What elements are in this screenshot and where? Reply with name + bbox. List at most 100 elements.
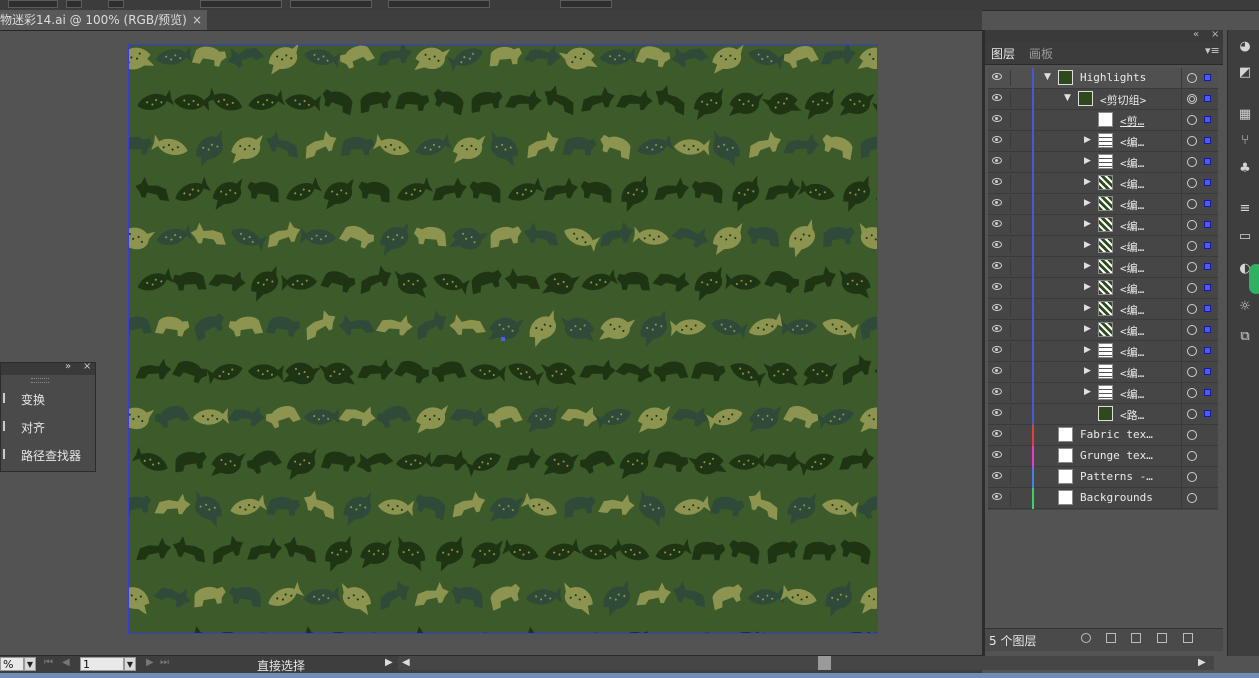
target-circle-icon[interactable] bbox=[1187, 241, 1197, 251]
selection-square-icon[interactable] bbox=[1204, 116, 1211, 123]
next-artboard-icon[interactable]: ▶ bbox=[146, 657, 154, 668]
previous-artboard-icon[interactable]: ◀ bbox=[62, 657, 70, 668]
layer-row[interactable]: ▶ <编… bbox=[988, 278, 1218, 299]
lock-toggle[interactable] bbox=[1010, 364, 1031, 380]
zoom-dropdown-icon[interactable]: ▼ bbox=[24, 657, 36, 671]
appearance-icon[interactable]: ◩ bbox=[1238, 66, 1252, 80]
control-field[interactable] bbox=[290, 0, 372, 8]
layer-row[interactable]: ▶ <编… bbox=[988, 299, 1218, 320]
target-circle-icon[interactable] bbox=[1187, 325, 1197, 335]
brushes-icon[interactable]: ⑂ bbox=[1238, 134, 1252, 148]
layer-row[interactable]: Patterns -… bbox=[988, 467, 1218, 488]
artboard-dropdown-icon[interactable]: ▼ bbox=[124, 657, 136, 671]
layer-row[interactable]: ▶ <编… bbox=[988, 320, 1218, 341]
zoom-field[interactable]: % bbox=[0, 657, 24, 671]
control-field[interactable] bbox=[108, 0, 124, 8]
target-circle-icon[interactable] bbox=[1187, 262, 1197, 272]
layer-name[interactable]: Fabric tex… bbox=[1080, 428, 1153, 441]
expand-triangle-icon[interactable]: ▶ bbox=[1084, 240, 1091, 250]
layer-row[interactable]: ▶ <编… bbox=[988, 341, 1218, 362]
layer-row[interactable]: ▼ Highlights bbox=[988, 68, 1218, 89]
visibility-eye-icon[interactable] bbox=[992, 115, 1002, 122]
target-circle-icon[interactable] bbox=[1187, 346, 1197, 356]
stroke-icon[interactable]: ≡ bbox=[1238, 202, 1252, 216]
selection-square-icon[interactable] bbox=[1204, 242, 1211, 249]
lock-toggle[interactable] bbox=[1010, 406, 1031, 422]
close-icon[interactable]: × bbox=[192, 10, 202, 30]
target-circle-icon[interactable] bbox=[1187, 157, 1197, 167]
panel-menu-icon[interactable]: ▾≡ bbox=[1205, 44, 1220, 57]
layer-name[interactable]: Patterns -… bbox=[1080, 470, 1153, 483]
lock-toggle[interactable] bbox=[1010, 196, 1031, 212]
selection-square-icon[interactable] bbox=[1204, 389, 1211, 396]
scroll-right-icon[interactable]: ▶ bbox=[1198, 657, 1206, 668]
collapse-icon[interactable]: « bbox=[1193, 29, 1199, 40]
selection-square-icon[interactable] bbox=[1204, 95, 1211, 102]
expand-triangle-icon[interactable]: ▶ bbox=[1084, 177, 1091, 187]
target-circle-icon[interactable] bbox=[1187, 493, 1197, 503]
layer-name[interactable]: <编… bbox=[1120, 218, 1144, 234]
visibility-eye-icon[interactable] bbox=[992, 472, 1002, 479]
visibility-eye-icon[interactable] bbox=[992, 220, 1002, 227]
visibility-eye-icon[interactable] bbox=[992, 346, 1002, 353]
scroll-thumb[interactable] bbox=[818, 656, 831, 670]
lock-toggle[interactable] bbox=[1010, 154, 1031, 170]
target-circle-icon[interactable] bbox=[1187, 94, 1197, 104]
layer-name[interactable]: <编… bbox=[1120, 386, 1144, 402]
layer-name[interactable]: <编… bbox=[1120, 302, 1144, 318]
visibility-eye-icon[interactable] bbox=[992, 136, 1002, 143]
selection-square-icon[interactable] bbox=[1204, 263, 1211, 270]
selection-square-icon[interactable] bbox=[1204, 158, 1211, 165]
visibility-eye-icon[interactable] bbox=[992, 367, 1002, 374]
layer-row[interactable]: <剪… bbox=[988, 110, 1218, 131]
visibility-eye-icon[interactable] bbox=[992, 94, 1002, 101]
layer-row[interactable]: Backgrounds bbox=[988, 488, 1218, 509]
selection-square-icon[interactable] bbox=[1204, 305, 1211, 312]
expand-triangle-icon[interactable]: ▶ bbox=[1084, 282, 1091, 292]
delete-layer-icon[interactable] bbox=[1183, 633, 1193, 643]
visibility-eye-icon[interactable] bbox=[992, 304, 1002, 311]
close-icon[interactable]: × bbox=[83, 361, 91, 372]
visibility-eye-icon[interactable] bbox=[992, 388, 1002, 395]
target-circle-icon[interactable] bbox=[1187, 367, 1197, 377]
target-circle-icon[interactable] bbox=[1187, 283, 1197, 293]
layer-name[interactable]: <编… bbox=[1120, 365, 1144, 381]
selection-square-icon[interactable] bbox=[1204, 368, 1211, 375]
layer-name[interactable]: <编… bbox=[1120, 344, 1144, 360]
swatches-icon[interactable]: ▦ bbox=[1238, 108, 1252, 122]
horizontal-scrollbar[interactable]: ◀ ▶ bbox=[398, 656, 1214, 670]
visibility-eye-icon[interactable] bbox=[992, 199, 1002, 206]
first-artboard-icon[interactable]: ⏮ bbox=[44, 657, 53, 668]
lock-toggle[interactable] bbox=[1010, 448, 1031, 464]
target-circle-icon[interactable] bbox=[1187, 388, 1197, 398]
selection-square-icon[interactable] bbox=[1204, 284, 1211, 291]
document-tab[interactable]: 物迷彩14.ai @ 100% (RGB/预览) × bbox=[0, 10, 207, 30]
target-circle-icon[interactable] bbox=[1187, 73, 1197, 83]
control-field[interactable] bbox=[66, 0, 82, 8]
selection-square-icon[interactable] bbox=[1204, 221, 1211, 228]
layer-name[interactable]: <路… bbox=[1120, 407, 1144, 423]
lock-toggle[interactable] bbox=[1010, 490, 1031, 506]
expand-triangle-icon[interactable]: ▶ bbox=[1084, 261, 1091, 271]
lock-toggle[interactable] bbox=[1010, 238, 1031, 254]
visibility-eye-icon[interactable] bbox=[992, 157, 1002, 164]
selection-square-icon[interactable] bbox=[1204, 347, 1211, 354]
lock-toggle[interactable] bbox=[1010, 280, 1031, 296]
selection-square-icon[interactable] bbox=[1204, 326, 1211, 333]
visibility-eye-icon[interactable] bbox=[992, 325, 1002, 332]
target-circle-icon[interactable] bbox=[1187, 451, 1197, 461]
panel-item-align[interactable]: 对齐 bbox=[1, 415, 95, 439]
artboards-icon[interactable]: ⧉ bbox=[1238, 330, 1252, 344]
layer-name[interactable]: <编… bbox=[1120, 155, 1144, 171]
lock-toggle[interactable] bbox=[1010, 259, 1031, 275]
layer-name[interactable]: Highlights bbox=[1080, 71, 1146, 84]
lock-toggle[interactable] bbox=[1010, 385, 1031, 401]
layer-name[interactable]: <编… bbox=[1120, 197, 1144, 213]
target-circle-icon[interactable] bbox=[1187, 472, 1197, 482]
lock-toggle[interactable] bbox=[1010, 70, 1031, 86]
layer-name[interactable]: <编… bbox=[1120, 176, 1144, 192]
layer-row[interactable]: ▶ <编… bbox=[988, 257, 1218, 278]
layer-row[interactable]: Fabric tex… bbox=[988, 425, 1218, 446]
last-artboard-icon[interactable]: ⏭ bbox=[160, 657, 169, 668]
target-circle-icon[interactable] bbox=[1187, 304, 1197, 314]
